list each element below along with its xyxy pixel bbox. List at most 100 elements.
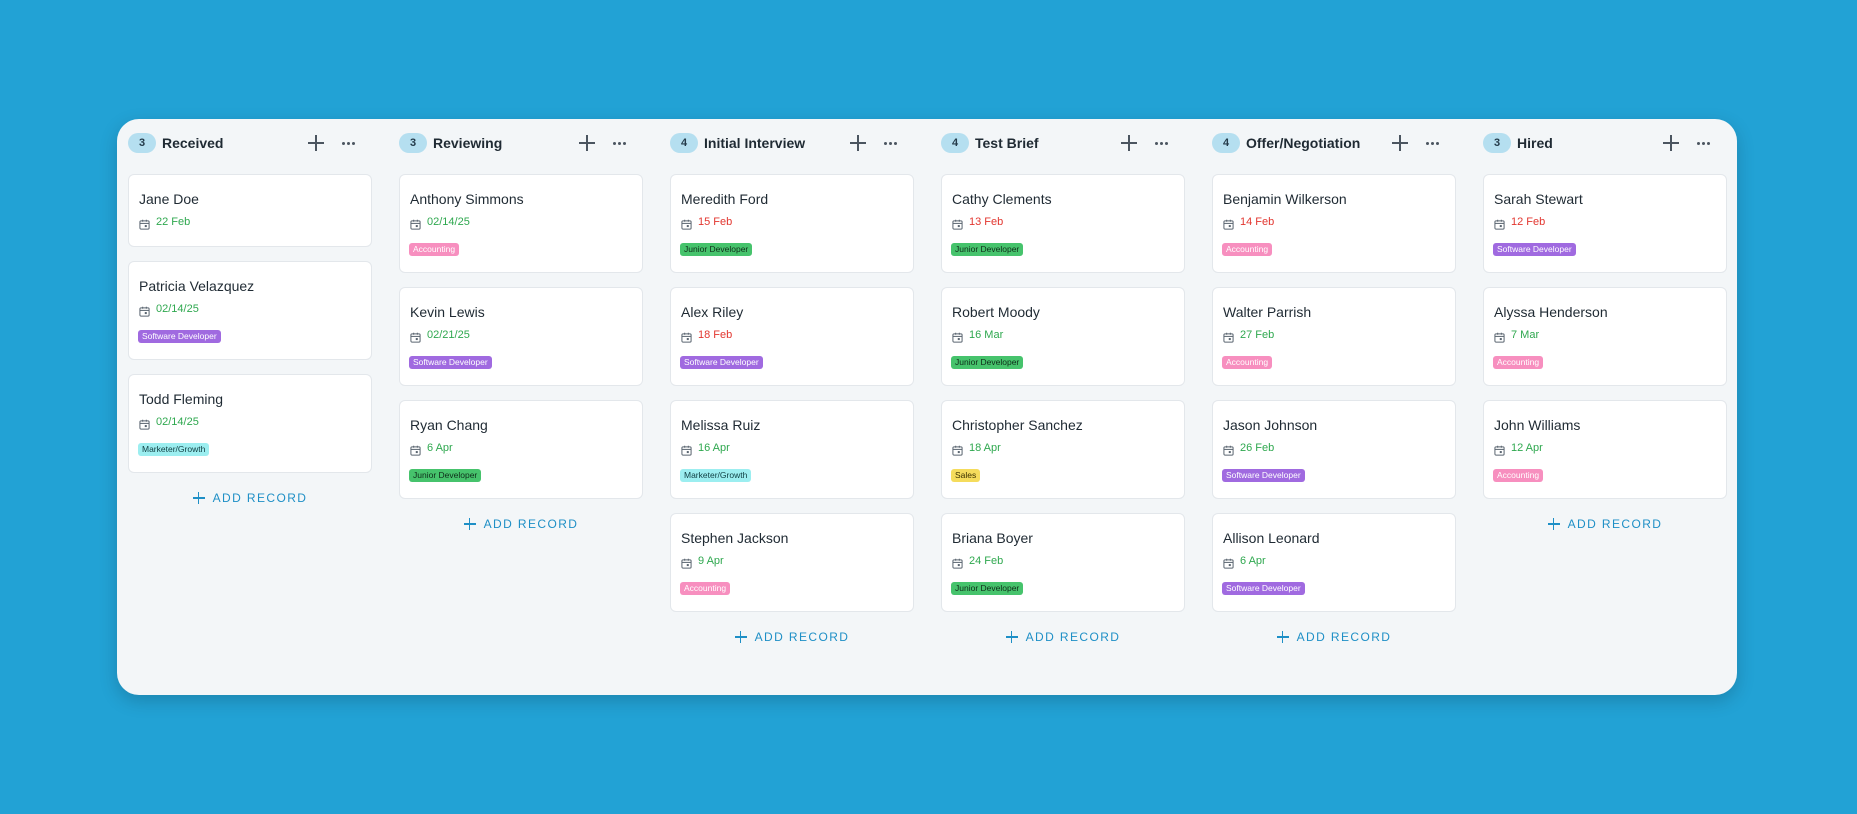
candidate-card[interactable]: Melissa Ruiz 16 Apr Marketer/Growth: [670, 400, 914, 499]
candidate-name: Alyssa Henderson: [1494, 304, 1608, 320]
role-tag: Junior Developer: [951, 356, 1024, 369]
column-hired: 3 Hired Sarah Stewart 12 Feb Software Develo…: [1472, 119, 1727, 531]
candidate-name: Jane Doe: [139, 191, 199, 207]
candidate-card[interactable]: Anthony Simmons 02/14/25 Accounting: [399, 174, 643, 273]
due-date-text: 6 Apr: [427, 442, 453, 454]
candidate-card[interactable]: Benjamin Wilkerson 14 Feb Accounting: [1212, 174, 1456, 273]
due-date-text: 26 Feb: [1240, 442, 1275, 454]
more-options-icon[interactable]: [1422, 133, 1442, 153]
more-options-icon[interactable]: [1693, 133, 1713, 153]
candidate-card[interactable]: Jane Doe 22 Feb: [128, 174, 372, 247]
column-title: Test Brief: [975, 135, 1039, 151]
due-date: 24 Feb: [952, 555, 1003, 569]
candidate-card[interactable]: Allison Leonard 6 Apr Software Developer: [1212, 513, 1456, 612]
column-header: 3 Reviewing: [388, 119, 634, 167]
candidate-card[interactable]: Patricia Velazquez 02/14/25 Software Devel…: [128, 261, 372, 360]
plus-icon: [1276, 631, 1289, 643]
card-list: Jane Doe 22 Feb Patricia Velazquez 02/14/25…: [128, 174, 372, 508]
add-card-icon[interactable]: [1390, 133, 1410, 153]
card-list: Benjamin Wilkerson 14 Feb Accounting Walter…: [1212, 174, 1456, 647]
role-tag: Junior Developer: [409, 469, 482, 482]
calendar-icon: [1494, 330, 1505, 343]
calendar-icon: [952, 330, 963, 343]
candidate-card[interactable]: Robert Moody 16 Mar Junior Developer: [941, 287, 1185, 386]
column-header: 4 Offer/Negotiation: [1201, 119, 1447, 167]
column-header: 3 Hired: [1472, 119, 1718, 167]
due-date-text: 14 Feb: [1240, 216, 1275, 228]
candidate-name: Briana Boyer: [952, 530, 1033, 546]
add-record-button[interactable]: ADD RECORD: [399, 514, 643, 534]
candidate-name: Walter Parrish: [1223, 304, 1312, 320]
calendar-icon: [1223, 443, 1234, 456]
candidate-card[interactable]: Alyssa Henderson 7 Mar Accounting: [1483, 287, 1727, 386]
candidate-name: Christopher Sanchez: [952, 417, 1083, 433]
candidate-card[interactable]: Walter Parrish 27 Feb Accounting: [1212, 287, 1456, 386]
role-tag: Accounting: [409, 243, 460, 256]
candidate-card[interactable]: Stephen Jackson 9 Apr Accounting: [670, 513, 914, 612]
add-record-label: ADD RECORD: [1025, 630, 1121, 644]
candidate-card[interactable]: Alex Riley 18 Feb Software Developer: [670, 287, 914, 386]
candidate-card[interactable]: Kevin Lewis 02/21/25 Software Developer: [399, 287, 643, 386]
candidate-card[interactable]: Meredith Ford 15 Feb Junior Developer: [670, 174, 914, 273]
add-card-icon[interactable]: [306, 133, 326, 153]
candidate-card[interactable]: Jason Johnson 26 Feb Software Developer: [1212, 400, 1456, 499]
due-date-text: 02/14/25: [156, 303, 199, 315]
column-received: 3 Received Jane Doe 22 Feb Patricia Velazque…: [117, 119, 372, 505]
role-tag: Marketer/Growth: [138, 443, 210, 456]
candidate-card[interactable]: Christopher Sanchez 18 Apr Sales: [941, 400, 1185, 499]
candidate-card[interactable]: Todd Fleming 02/14/25 Marketer/Growth: [128, 374, 372, 473]
column-reviewing: 3 Reviewing Anthony Simmons 02/14/25 Account…: [388, 119, 643, 531]
add-card-icon[interactable]: [1119, 133, 1139, 153]
candidate-name: Meredith Ford: [681, 191, 769, 207]
candidate-name: Kevin Lewis: [410, 304, 485, 320]
due-date-text: 22 Feb: [156, 216, 191, 228]
candidate-name: Melissa Ruiz: [681, 417, 761, 433]
add-card-icon[interactable]: [1661, 133, 1681, 153]
more-options-icon[interactable]: [609, 133, 629, 153]
count-badge: 3: [399, 133, 427, 153]
column-title: Initial Interview: [704, 135, 806, 151]
due-date: 16 Mar: [952, 329, 1003, 343]
add-record-button[interactable]: ADD RECORD: [128, 488, 372, 508]
calendar-icon: [139, 417, 150, 430]
candidate-name: Robert Moody: [952, 304, 1040, 320]
calendar-icon: [681, 217, 692, 230]
more-options-icon[interactable]: [1151, 133, 1171, 153]
candidate-name: Jason Johnson: [1223, 417, 1318, 433]
due-date-text: 15 Feb: [698, 216, 733, 228]
candidate-name: Alex Riley: [681, 304, 744, 320]
due-date-text: 18 Feb: [698, 329, 733, 341]
role-tag: Accounting: [1493, 469, 1544, 482]
add-record-label: ADD RECORD: [1567, 517, 1663, 531]
add-record-button[interactable]: ADD RECORD: [941, 627, 1185, 647]
card-list: Anthony Simmons 02/14/25 Accounting Kevin L…: [399, 174, 643, 534]
calendar-icon: [681, 556, 692, 569]
add-record-button[interactable]: ADD RECORD: [1212, 627, 1456, 647]
candidate-card[interactable]: Briana Boyer 24 Feb Junior Developer: [941, 513, 1185, 612]
add-card-icon[interactable]: [848, 133, 868, 153]
more-options-icon[interactable]: [338, 133, 358, 153]
candidate-name: Ryan Chang: [410, 417, 488, 433]
add-record-button[interactable]: ADD RECORD: [670, 627, 914, 647]
due-date: 26 Feb: [1223, 442, 1275, 456]
due-date: 16 Apr: [681, 442, 730, 456]
add-record-label: ADD RECORD: [1296, 630, 1392, 644]
count-badge: 4: [670, 133, 698, 153]
plus-icon: [192, 492, 205, 504]
calendar-icon: [681, 330, 692, 343]
candidate-name: Cathy Clements: [952, 191, 1052, 207]
candidate-name: John Williams: [1494, 417, 1581, 433]
candidate-card[interactable]: Cathy Clements 13 Feb Junior Developer: [941, 174, 1185, 273]
add-record-button[interactable]: ADD RECORD: [1483, 514, 1727, 534]
due-date-text: 16 Apr: [698, 442, 730, 454]
calendar-icon: [1223, 556, 1234, 569]
candidate-card[interactable]: Sarah Stewart 12 Feb Software Developer: [1483, 174, 1727, 273]
candidate-card[interactable]: Ryan Chang 6 Apr Junior Developer: [399, 400, 643, 499]
add-card-icon[interactable]: [577, 133, 597, 153]
candidate-card[interactable]: John Williams 12 Apr Accounting: [1483, 400, 1727, 499]
due-date: 13 Feb: [952, 216, 1003, 230]
due-date-text: 7 Mar: [1511, 329, 1540, 341]
more-options-icon[interactable]: [880, 133, 900, 153]
candidate-name: Allison Leonard: [1223, 530, 1320, 546]
count-badge: 4: [1212, 133, 1240, 153]
